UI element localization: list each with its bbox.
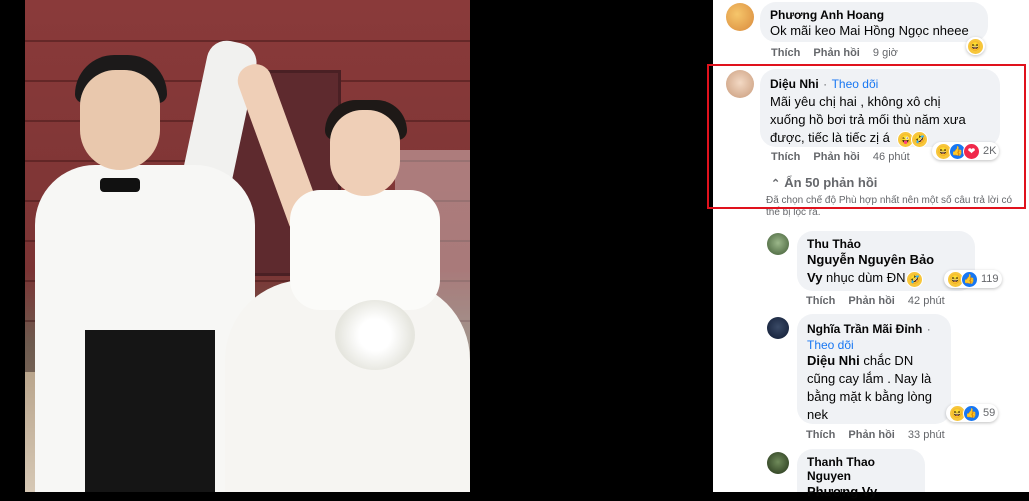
like-link[interactable]: Thích	[806, 429, 835, 441]
reply-link[interactable]: Phản hồi	[848, 295, 894, 307]
commenter-name[interactable]: Thu Thảo	[807, 237, 965, 251]
like-icon: 👍	[961, 270, 978, 288]
haha-icon: 😆	[967, 37, 984, 55]
reply-text: nhục dùm ĐN	[826, 270, 906, 285]
commenter-name[interactable]: Nghĩa Trần Mãi Đỉnh	[807, 322, 922, 336]
reaction-badge[interactable]: 😆	[966, 37, 985, 55]
commenter-name[interactable]: Thanh Thao Nguyen	[807, 455, 915, 483]
reply-text-line: cũng cay lắm . Nay là	[807, 371, 932, 386]
avatar[interactable]	[726, 3, 754, 31]
mention-link[interactable]: Nguyễn Nguyên Bảo	[807, 252, 934, 267]
reply-text-line: chắc DN	[863, 353, 914, 368]
reply-link[interactable]: Phản hồi	[848, 429, 894, 441]
mention-link[interactable]: Diệu Nhi	[807, 353, 860, 368]
reply-text-line: bằng mặt k bằng lòng	[807, 389, 933, 404]
follow-link[interactable]: Theo dõi	[807, 338, 941, 352]
reply-time[interactable]: 33 phút	[908, 429, 945, 441]
comment-text: Ok mãi keo Mai Hồng Ngọc nheee	[770, 23, 969, 38]
like-link[interactable]: Thích	[806, 295, 835, 307]
reply-actions: Thích Phản hồi 33 phút	[806, 429, 955, 441]
commenter-name[interactable]: Phương Anh Hoang	[770, 8, 978, 22]
reply-link[interactable]: Phản hồi	[813, 47, 859, 59]
photo-scene	[25, 0, 470, 492]
avatar[interactable]	[767, 233, 789, 255]
like-icon: 👍	[963, 404, 980, 422]
mention-link[interactable]: Vy	[807, 270, 822, 285]
avatar[interactable]	[767, 317, 789, 339]
reaction-count: 119	[981, 273, 999, 285]
comment-bubble: Phương Anh Hoang Ok mãi keo Mai Hồng Ngọ…	[760, 2, 988, 42]
emoji-icon: 🤣	[906, 271, 924, 288]
reply-bubble: Thanh Thao Nguyen Phương Vy	[797, 449, 925, 499]
reply-text-line: nek	[807, 407, 828, 422]
highlight-box	[707, 64, 1026, 209]
reaction-badge[interactable]: 😆 👍 59	[946, 404, 999, 422]
reply-bubble: Nghĩa Trần Mãi Đỉnh · Theo dõi Diệu Nhi …	[797, 314, 951, 424]
reply-time[interactable]: 42 phút	[908, 295, 945, 307]
wedding-photo[interactable]	[0, 0, 713, 492]
comment-actions: Thích Phản hồi 9 giờ	[771, 47, 908, 59]
reaction-count: 59	[983, 407, 996, 419]
reply-actions: Thích Phản hồi 42 phút	[806, 295, 955, 307]
comment-time[interactable]: 9 giờ	[873, 47, 898, 59]
reaction-badge[interactable]: 😆 👍 119	[944, 270, 1002, 288]
avatar[interactable]	[767, 452, 789, 474]
like-link[interactable]: Thích	[771, 47, 800, 59]
separator: ·	[926, 322, 931, 336]
